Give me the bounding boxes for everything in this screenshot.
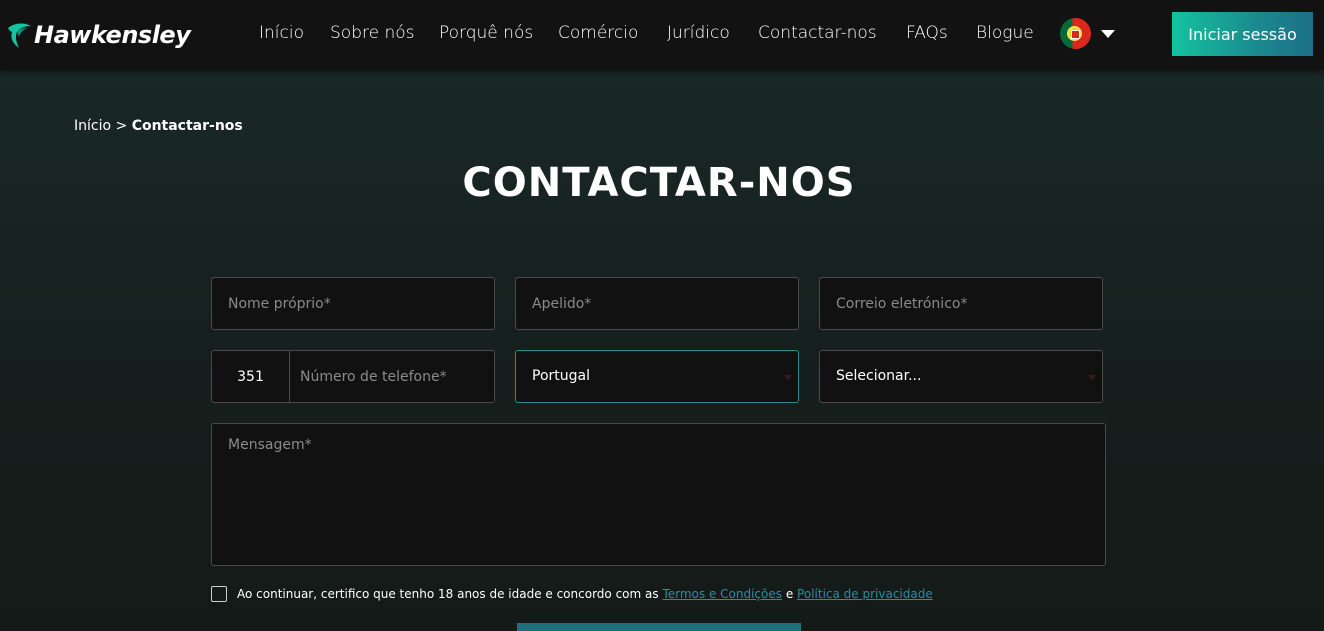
nav-faqs[interactable]: FAQs xyxy=(906,22,948,44)
nav-sobre-nos[interactable]: Sobre nós xyxy=(330,22,415,44)
consent-checkbox[interactable] xyxy=(211,586,227,602)
last-name-input[interactable] xyxy=(515,277,799,330)
privacy-link[interactable]: Política de privacidade xyxy=(797,587,933,601)
login-button[interactable]: Iniciar sessão xyxy=(1172,12,1313,56)
consent-text: Ao continuar, certifico que tenho 18 ano… xyxy=(237,587,659,601)
submit-button[interactable] xyxy=(517,623,801,631)
nav-inicio[interactable]: Início xyxy=(259,22,304,44)
subject-select-value: Selecionar... xyxy=(836,368,922,384)
subject-select[interactable]: Selecionar... xyxy=(819,350,1103,403)
first-name-input[interactable] xyxy=(211,277,495,330)
consent-row: Ao continuar, certifico que tenho 18 ano… xyxy=(211,586,933,602)
chevron-down-icon[interactable] xyxy=(1101,30,1115,38)
breadcrumb: Início > Contactar-nos xyxy=(74,118,243,134)
brand-name: Hawkensley xyxy=(34,21,191,49)
nav-blogue[interactable]: Blogue xyxy=(976,22,1034,44)
nav-porque-nos[interactable]: Porquê nós xyxy=(439,22,533,44)
message-textarea[interactable] xyxy=(211,423,1106,566)
terms-link[interactable]: Termos e Condições xyxy=(662,587,782,601)
phone-input[interactable] xyxy=(289,350,495,403)
breadcrumb-home[interactable]: Início xyxy=(74,118,111,134)
nav-comercio[interactable]: Comércio xyxy=(558,22,638,44)
portugal-flag-icon[interactable] xyxy=(1060,18,1091,49)
phone-dial-code[interactable]: 351 xyxy=(211,350,290,403)
country-select[interactable]: Portugal xyxy=(515,350,799,403)
flag-emblem xyxy=(1067,26,1082,41)
page-title: CONTACTAR-NOS xyxy=(462,160,856,206)
site-header: Hawkensley Início Sobre nós Porquê nós C… xyxy=(0,0,1324,70)
chevron-down-icon xyxy=(1088,375,1096,380)
email-input[interactable] xyxy=(819,277,1103,330)
breadcrumb-current: Contactar-nos xyxy=(131,118,243,134)
breadcrumb-separator: > xyxy=(115,118,128,134)
country-select-value: Portugal xyxy=(532,368,590,384)
chevron-down-icon xyxy=(784,375,792,380)
brand-logo[interactable]: Hawkensley xyxy=(6,16,191,54)
consent-and: e xyxy=(785,587,794,601)
nav-juridico[interactable]: Jurídico xyxy=(667,22,730,44)
nav-contactar-nos[interactable]: Contactar-nos xyxy=(758,22,877,44)
hawk-icon xyxy=(8,23,31,48)
